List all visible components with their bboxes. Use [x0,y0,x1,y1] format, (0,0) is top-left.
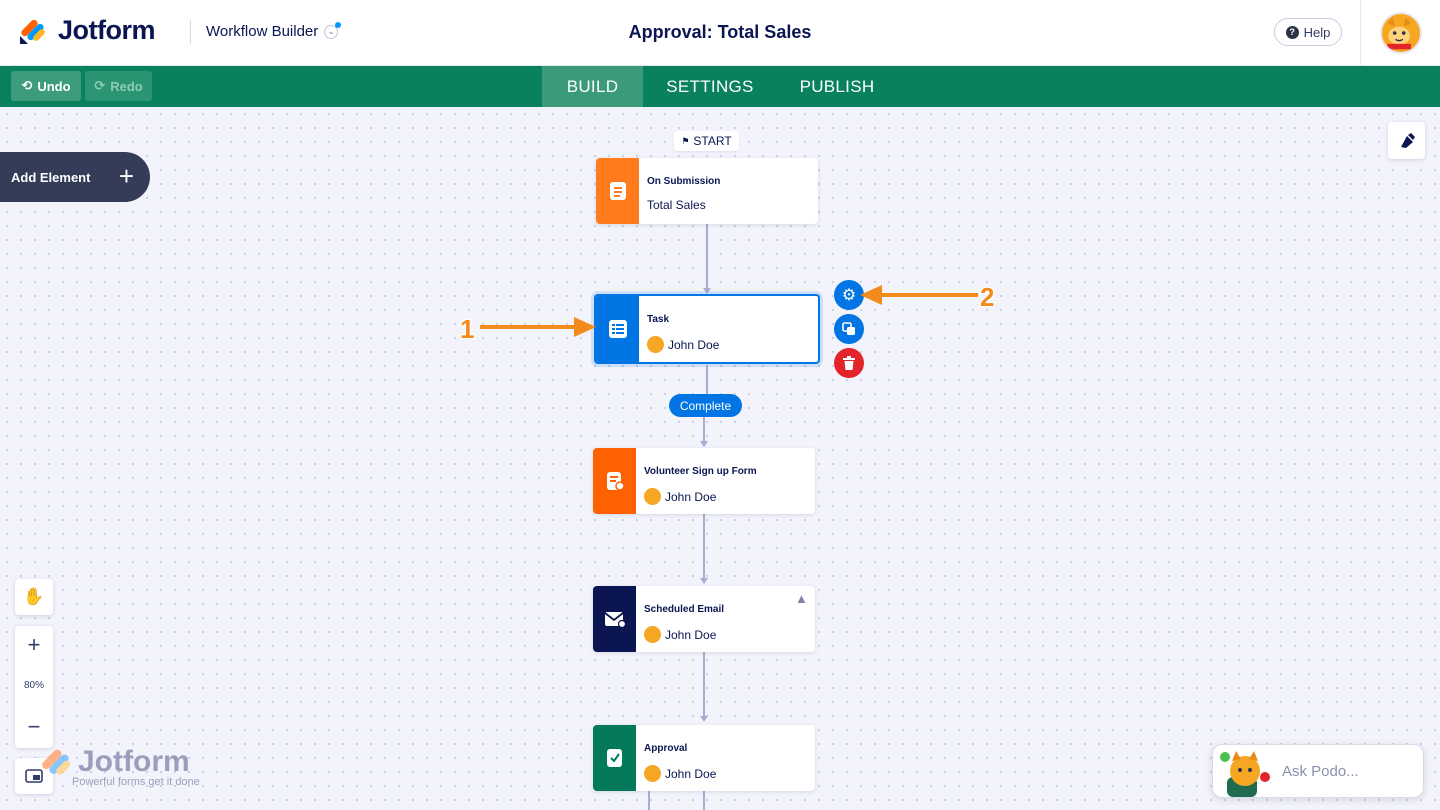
annotation-label-1: 1 [460,314,475,344]
assignee-name: John Doe [665,489,717,504]
warning-icon[interactable]: ▲ [795,591,808,606]
top-header: Jotform Workflow Builder ⌄ Approval: Tot… [0,0,1440,66]
jotform-watermark: Jotform Powerful forms get it done [38,745,218,795]
help-icon: ? [1285,25,1299,39]
node-title: Volunteer Sign up Form [644,466,757,477]
annotation-label-2: 2 [980,282,995,312]
ask-podo-assistant[interactable]: Ask Podo... [1212,744,1424,798]
annotation-arrows [480,285,978,337]
header-vertical-divider [1360,0,1361,66]
hand-icon: ✋ [23,587,45,606]
workflow-node-scheduled-email[interactable]: Scheduled Email John Doe ▲ [593,586,815,652]
theme-painter-button[interactable] [1388,122,1425,159]
help-label: Help [1303,24,1331,40]
jotform-logo[interactable]: Jotform [18,15,156,46]
node-title: Approval [644,743,688,754]
podo-face-icon [1382,15,1417,51]
node-assignee: John Doe [644,626,716,643]
product-switcher[interactable]: Workflow Builder ⌄ [206,21,342,40]
plus-icon: + [118,161,134,191]
form-assign-icon [593,448,636,514]
zoom-level: 80% [23,680,44,691]
node-title: On Submission [647,176,721,187]
redo-button[interactable]: ⟳ Redo [85,71,152,101]
assignee-name: John Doe [665,627,717,642]
workflow-canvas[interactable]: Add Element + ⚑ START On Submission Tota… [0,107,1440,810]
approval-icon [593,725,636,791]
user-avatar[interactable] [1380,12,1422,54]
node-title: Scheduled Email [644,604,725,615]
workflow-node-on-submission[interactable]: On Submission Total Sales [596,158,818,224]
help-button[interactable]: ? Help [1274,18,1342,46]
builder-navbar: ⟲ Undo ⟳ Redo BUILD SETTINGS PUBLISH [0,66,1440,107]
product-name: Workflow Builder [206,23,319,40]
assignee-avatar [644,765,661,782]
chevron-down-icon: ⌄ [324,21,342,39]
assignee-avatar [644,626,661,643]
connector-arrow [700,716,708,722]
node-delete-button[interactable] [834,348,864,378]
node-subtitle-text: Total Sales [647,198,706,212]
zoom-in-button[interactable]: + [15,632,53,662]
trash-icon [843,356,855,370]
flag-icon: ⚑ [681,135,690,146]
connector-line [703,791,705,810]
node-subtitle: Total Sales [647,198,706,212]
header-divider [190,20,191,44]
node-assignee: John Doe [644,765,716,782]
undo-icon: ⟲ [21,78,33,93]
start-marker: ⚑ START [674,131,739,151]
watermark-tagline: Powerful forms get it done [72,776,200,788]
redo-icon: ⟳ [94,78,106,93]
connector-line [706,365,708,394]
start-label: START [693,134,732,148]
assignee-avatar [644,488,661,505]
complete-path-label[interactable]: Complete [669,394,742,417]
workflow-node-volunteer-form[interactable]: Volunteer Sign up Form John Doe [593,448,815,514]
workflow-node-approval[interactable]: Approval John Doe [593,725,815,791]
watermark-logo-icon [42,749,71,775]
jotform-logo-icon [20,19,45,44]
tab-settings[interactable]: SETTINGS [655,66,765,107]
undo-button[interactable]: ⟲ Undo [11,71,81,101]
form-icon [596,158,639,224]
connector-arrow [700,441,708,447]
redo-label: Redo [110,78,143,94]
tab-build[interactable]: BUILD [542,66,643,107]
connector-line [703,417,705,444]
add-element-label: Add Element [11,169,91,185]
node-assignee: John Doe [644,488,716,505]
zoom-controls: + 80% − [15,626,53,748]
zoom-out-button[interactable]: − [15,714,53,744]
brand-name: Jotform [58,15,156,45]
add-element-button[interactable]: Add Element + [0,152,150,202]
connector-line [703,514,705,581]
notification-dot [335,21,342,28]
watermark-brand: Jotform [78,745,190,778]
connector-arrow [700,578,708,584]
undo-label: Undo [37,78,71,94]
ask-podo-label: Ask Podo... [1282,763,1359,780]
podo-mascot-icon [1220,751,1270,797]
tab-publish[interactable]: PUBLISH [790,66,884,107]
assignee-name: John Doe [665,766,717,781]
connector-line [703,652,705,719]
pan-hand-button[interactable]: ✋ [15,579,53,615]
email-schedule-icon [593,586,636,652]
paint-brush-icon [1400,132,1415,148]
connector-line [648,791,650,810]
